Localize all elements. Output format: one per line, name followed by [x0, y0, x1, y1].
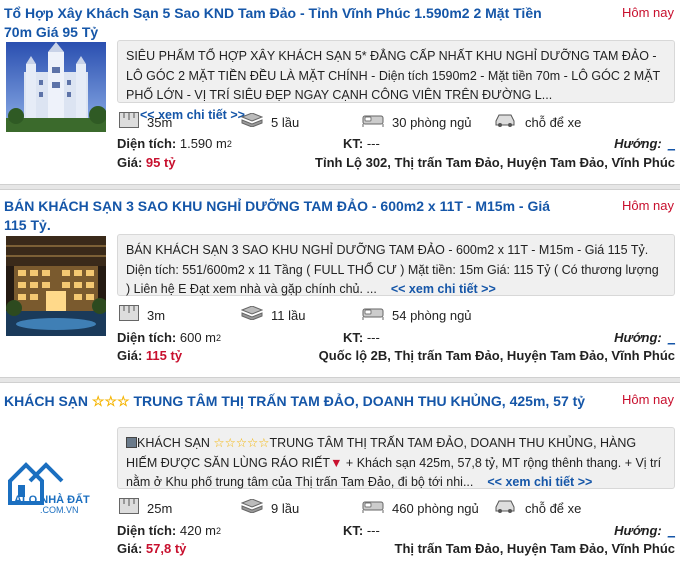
- listing-2: BÁN KHÁCH SẠN 3 SAO KHU NGHỈ DƯỠNG TAM Đ…: [0, 190, 680, 377]
- listing-specs: Diện tích: 1.590 m2 KT: --- Hướng: _: [117, 134, 677, 154]
- bed-icon: [362, 306, 384, 326]
- building-icon: [126, 437, 137, 448]
- listing-description: KHÁCH SẠN ☆☆☆☆☆TRUNG TÂM THỊ TRẤN TAM ĐẢ…: [117, 427, 675, 489]
- floors-value: 5 lầu: [271, 115, 300, 130]
- alo-nha-dat-logo: ALO NHÀ ĐẤT .COM.VN: [8, 462, 90, 515]
- description-text: SIÊU PHẨM TỔ HỢP XÂY KHÁCH SẠN 5* ĐẲNG C…: [126, 49, 660, 102]
- direction-value[interactable]: _: [668, 330, 675, 345]
- listing-date: Hôm nay: [621, 392, 674, 407]
- listing-title[interactable]: BÁN KHÁCH SẠN 3 SAO KHU NGHỈ DƯỠNG TAM Đ…: [4, 197, 564, 235]
- kt-label: KT:: [343, 136, 364, 151]
- area-value: 600 m: [179, 330, 216, 345]
- parking-value: chỗ để xe: [525, 115, 582, 130]
- bedrooms-value: 460 phòng ngủ: [392, 501, 479, 516]
- kt-value: ---: [366, 523, 380, 538]
- price-value: 57,8 tỷ: [145, 541, 187, 556]
- kt-label: KT:: [343, 523, 364, 538]
- title-prefix: KHÁCH SẠN: [4, 393, 88, 409]
- listing-date: Hôm nay: [621, 5, 674, 20]
- listing-date: Hôm nay: [621, 198, 674, 213]
- address: Tỉnh Lộ 302, Thị trấn Tam Đảo, Huyện Tam…: [315, 155, 675, 170]
- logo-sub: .COM.VN: [40, 505, 79, 515]
- listing-price-row: Giá: 57,8 tỷ Thị trấn Tam Đảo, Huyện Tam…: [117, 539, 677, 559]
- listing-features: 3m 11 lầu 54 phòng ngủ: [117, 305, 677, 327]
- listing-title[interactable]: Tổ Hợp Xây Khách Sạn 5 Sao KND Tam Đảo -…: [4, 4, 564, 42]
- direction-label: Hướng:: [614, 523, 662, 538]
- view-details-link[interactable]: << xem chi tiết >>: [391, 282, 496, 296]
- ruler-icon: [119, 112, 139, 134]
- listing-thumbnail[interactable]: ALO NHÀ ĐẤT .COM.VN: [6, 451, 106, 517]
- parking-value: chỗ để xe: [525, 501, 582, 516]
- floors-icon: [240, 498, 264, 519]
- bed-icon: [362, 499, 384, 519]
- listing-price-row: Giá: 115 tỷ Quốc lộ 2B, Thị trấn Tam Đảo…: [117, 346, 677, 366]
- address: Thị trấn Tam Đảo, Huyện Tam Đảo, Vĩnh Ph…: [394, 541, 676, 556]
- price-label: Giá:: [117, 348, 143, 363]
- car-icon: [493, 112, 517, 134]
- listing-title[interactable]: KHÁCH SẠN ☆☆☆ TRUNG TÂM THỊ TRẤN TAM ĐẢO…: [4, 392, 604, 411]
- desc-stars: ☆☆☆☆☆: [213, 436, 270, 450]
- area-unit-sup: 2: [216, 333, 222, 343]
- floors-value: 9 lầu: [271, 501, 300, 516]
- bedrooms-value: 54 phòng ngủ: [392, 308, 472, 323]
- listing-specs: Diện tích: 420 m2 KT: --- Hướng: _: [117, 521, 677, 541]
- ruler-icon: [119, 305, 139, 327]
- price-value: 115 tỷ: [145, 348, 183, 363]
- desc-prefix: KHÁCH SẠN: [137, 436, 210, 450]
- direction-label: Hướng:: [614, 330, 662, 345]
- area-value: 1.590 m: [179, 136, 227, 151]
- listing-thumbnail[interactable]: [6, 42, 106, 132]
- floors-value: 11 lầu: [271, 308, 306, 323]
- bedrooms-value: 30 phòng ngủ: [392, 115, 472, 130]
- pin-icon: ▼: [330, 455, 343, 470]
- frontage-value: 35m: [147, 115, 173, 130]
- price-label: Giá:: [117, 541, 143, 556]
- direction-label: Hướng:: [614, 136, 662, 151]
- area-unit-sup: 2: [216, 526, 222, 536]
- title-suffix: TRUNG TÂM THỊ TRẤN TAM ĐẢO, DOANH THU KH…: [133, 393, 586, 409]
- price-value: 95 tỷ: [145, 155, 176, 170]
- floors-icon: [240, 305, 264, 326]
- frontage-value: 3m: [147, 308, 166, 323]
- listing-features: 35m 5 lầu 30 phòng ngủ chỗ để xe: [117, 112, 677, 134]
- kt-value: ---: [366, 136, 380, 151]
- area-label: Diện tích:: [117, 523, 177, 538]
- floors-icon: [240, 112, 264, 133]
- listing-1: Tổ Hợp Xây Khách Sạn 5 Sao KND Tam Đảo -…: [0, 0, 680, 187]
- price-label: Giá:: [117, 155, 143, 170]
- area-value: 420 m: [179, 523, 216, 538]
- address: Quốc lộ 2B, Thị trấn Tam Đảo, Huyện Tam …: [318, 348, 675, 363]
- listing-features: 25m 9 lầu 460 phòng ngủ chỗ để xe: [117, 498, 677, 520]
- ruler-icon: [119, 498, 139, 520]
- listing-3: KHÁCH SẠN ☆☆☆ TRUNG TÂM THỊ TRẤN TAM ĐẢO…: [0, 383, 680, 564]
- title-stars: ☆☆☆: [91, 393, 130, 409]
- kt-label: KT:: [343, 330, 364, 345]
- kt-value: ---: [366, 330, 380, 345]
- direction-value[interactable]: _: [668, 136, 675, 151]
- view-details-link[interactable]: << xem chi tiết >>: [487, 475, 592, 489]
- area-unit-sup: 2: [226, 139, 232, 149]
- direction-value[interactable]: _: [668, 523, 675, 538]
- listing-description: BÁN KHÁCH SẠN 3 SAO KHU NGHỈ DƯỠNG TAM Đ…: [117, 234, 675, 296]
- area-label: Diện tích:: [117, 136, 177, 151]
- bed-icon: [362, 113, 384, 133]
- listing-specs: Diện tích: 600 m2 KT: --- Hướng: _: [117, 328, 677, 348]
- listing-thumbnail[interactable]: [6, 236, 106, 336]
- listing-price-row: Giá: 95 tỷ Tỉnh Lộ 302, Thị trấn Tam Đảo…: [117, 153, 677, 173]
- car-icon: [493, 498, 517, 520]
- area-label: Diện tích:: [117, 330, 177, 345]
- frontage-value: 25m: [147, 501, 173, 516]
- listing-description: SIÊU PHẨM TỔ HỢP XÂY KHÁCH SẠN 5* ĐẲNG C…: [117, 40, 675, 122]
